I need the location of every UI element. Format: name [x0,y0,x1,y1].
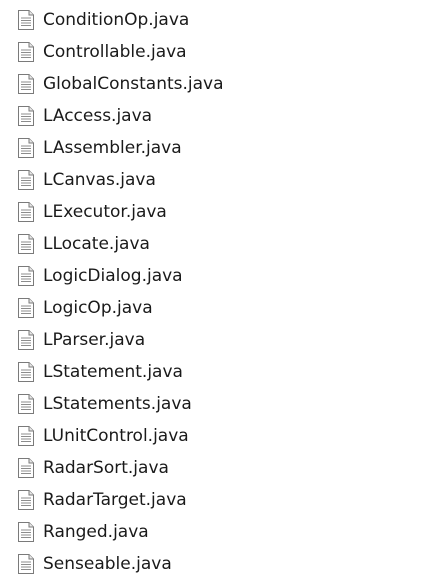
document-icon [18,74,34,94]
file-list-item[interactable]: Senseable.java [0,548,431,580]
document-icon [18,42,34,62]
file-list-item[interactable]: LCanvas.java [0,164,431,196]
file-list-item[interactable]: LParser.java [0,324,431,356]
document-icon [18,426,34,446]
file-name-label: ConditionOp.java [43,10,190,30]
file-list-item[interactable]: Ranged.java [0,516,431,548]
document-icon [18,266,34,286]
file-name-label: RadarTarget.java [43,490,187,510]
file-name-label: LLocate.java [43,234,150,254]
file-list-item[interactable]: LAssembler.java [0,132,431,164]
file-list-item[interactable]: GlobalConstants.java [0,68,431,100]
document-icon [18,170,34,190]
document-icon [18,490,34,510]
document-icon [18,362,34,382]
document-icon [18,106,34,126]
file-name-label: LogicOp.java [43,298,153,318]
document-icon [18,234,34,254]
document-icon [18,458,34,478]
document-icon [18,330,34,350]
file-list-item[interactable]: Controllable.java [0,36,431,68]
file-list-item[interactable]: LStatement.java [0,356,431,388]
file-list-item[interactable]: LUnitControl.java [0,420,431,452]
file-list-item[interactable]: RadarTarget.java [0,484,431,516]
file-name-label: LAccess.java [43,106,153,126]
file-name-label: LParser.java [43,330,146,350]
file-name-label: LExecutor.java [43,202,167,222]
file-name-label: LStatements.java [43,394,192,414]
file-name-label: GlobalConstants.java [43,74,224,94]
document-icon [18,202,34,222]
file-list-item[interactable]: LLocate.java [0,228,431,260]
file-list-item[interactable]: LAccess.java [0,100,431,132]
file-name-label: LogicDialog.java [43,266,183,286]
file-list-item[interactable]: RadarSort.java [0,452,431,484]
file-list-item[interactable]: LogicOp.java [0,292,431,324]
document-icon [18,522,34,542]
document-icon [18,394,34,414]
file-name-label: LAssembler.java [43,138,182,158]
file-name-label: Ranged.java [43,522,149,542]
file-name-label: LCanvas.java [43,170,156,190]
file-name-label: Controllable.java [43,42,187,62]
file-list-item[interactable]: LStatements.java [0,388,431,420]
document-icon [18,10,34,30]
file-name-label: LStatement.java [43,362,183,382]
file-list-item[interactable]: LExecutor.java [0,196,431,228]
document-icon [18,138,34,158]
file-name-label: Senseable.java [43,554,172,574]
document-icon [18,554,34,574]
document-icon [18,298,34,318]
file-list-item[interactable]: ConditionOp.java [0,4,431,36]
file-list-item[interactable]: LogicDialog.java [0,260,431,292]
file-name-label: RadarSort.java [43,458,169,478]
file-name-label: LUnitControl.java [43,426,189,446]
file-list: ConditionOp.java Controllable.java Globa… [0,4,431,580]
